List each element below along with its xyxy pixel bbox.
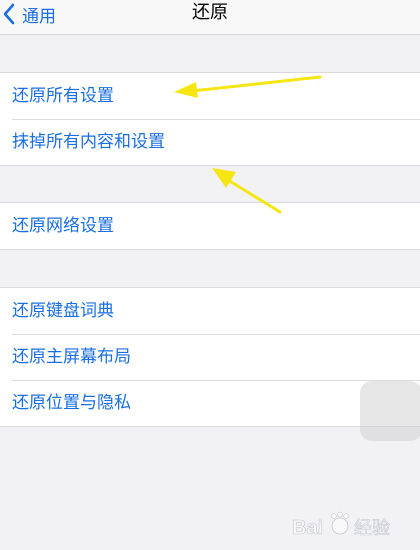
other-reset-group: 还原键盘词典 还原主屏幕布局 还原位置与隐私 xyxy=(0,287,420,427)
reset-network-settings-item[interactable]: 还原网络设置 xyxy=(0,203,420,249)
svg-text:经验: 经验 xyxy=(354,518,390,539)
assistive-touch-button[interactable] xyxy=(360,381,420,441)
reset-location-privacy-item[interactable]: 还原位置与隐私 xyxy=(0,380,420,426)
reset-group: 还原所有设置 抹掉所有内容和设置 xyxy=(0,72,420,166)
page-title: 还原 xyxy=(192,2,228,23)
network-group: 还原网络设置 xyxy=(0,202,420,250)
reset-keyboard-dictionary-item[interactable]: 还原键盘词典 xyxy=(0,288,420,334)
erase-all-content-item[interactable]: 抹掉所有内容和设置 xyxy=(0,119,420,165)
reset-home-screen-layout-item[interactable]: 还原主屏幕布局 xyxy=(0,334,420,380)
svg-text:Bai: Bai xyxy=(292,517,323,539)
navigation-bar: 通用 还原 xyxy=(0,0,420,35)
baidu-watermark-logo: Bai 经验 xyxy=(292,511,390,539)
reset-all-settings-item[interactable]: 还原所有设置 xyxy=(0,73,420,119)
settings-screen: 通用 还原 还原所有设置 抹掉所有内容和设置 还原网络设置 还原键盘词典 还原主… xyxy=(0,0,420,550)
